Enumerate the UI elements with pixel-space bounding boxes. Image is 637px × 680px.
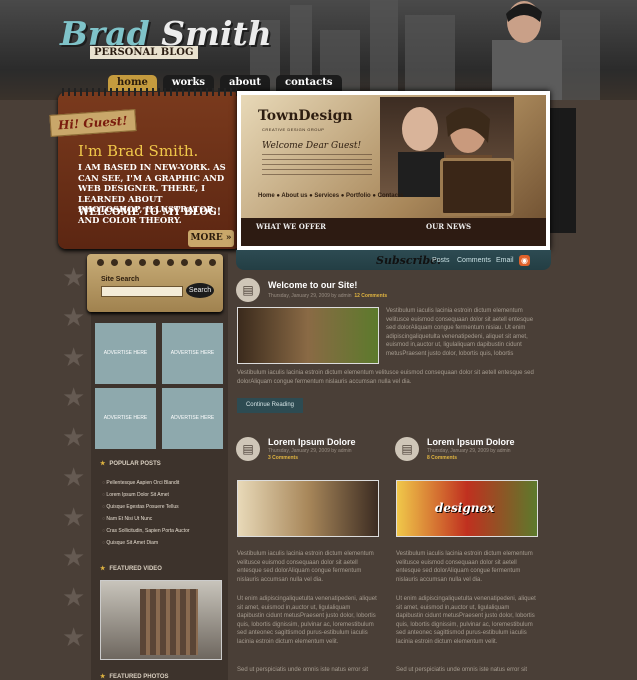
- post-meta: Thursday, January 29, 2009 by admin: [427, 448, 511, 454]
- popular-post-item[interactable]: Quisque Egestas Posuere Tellus: [102, 504, 178, 510]
- star-icon: ★: [100, 674, 106, 680]
- subscribe-posts-link[interactable]: Posts: [432, 257, 450, 264]
- slide-logo-sub: CREATIVE DESIGN GROUP: [262, 127, 325, 132]
- post-excerpt-2: Vestibulum iaculis lacinia estroin dictu…: [237, 370, 534, 385]
- intro-welcome: WELCOME TO MY BLOG!: [78, 207, 222, 218]
- ad-slot-3[interactable]: ADVERTISE HERE: [95, 388, 156, 449]
- slide-bar-left: WHAT WE OFFER: [256, 222, 326, 231]
- popular-post-item[interactable]: Quisque Sit Amet Diam: [102, 540, 158, 546]
- post-meta: Thursday, January 29, 2009 by admin: [268, 448, 352, 454]
- popular-post-item[interactable]: Cras Sollicitudin, Sapien Porta Auctor: [102, 528, 189, 534]
- more-button[interactable]: MORE »: [188, 230, 234, 247]
- nav-contacts[interactable]: contacts: [276, 75, 342, 91]
- continue-reading-button[interactable]: Continue Reading: [237, 398, 303, 413]
- site-subtitle: PERSONAL BLOG: [90, 46, 198, 59]
- ring-hole: [195, 259, 202, 266]
- slide-text-lines: [262, 154, 372, 176]
- search-button[interactable]: Search: [186, 283, 214, 298]
- ring-hole: [111, 259, 118, 266]
- post-paragraph: Vestibulum iaculis lacinia estroin dictu…: [237, 551, 374, 583]
- ring-hole: [209, 259, 216, 266]
- slide-bar-right: OUR NEWS: [426, 222, 472, 231]
- subscribe-comments-link[interactable]: Comments: [457, 257, 491, 264]
- popular-post-item[interactable]: Lorem Ipsum Dolor Sit Amet: [102, 492, 169, 498]
- post-thumbnail[interactable]: designex: [396, 480, 538, 537]
- subscribe-email-link[interactable]: Email: [496, 257, 514, 264]
- ad-slot-4[interactable]: ADVERTISE HERE: [162, 388, 223, 449]
- popular-posts-heading: ★ POPULAR POSTS: [100, 461, 161, 467]
- ad-slot-2[interactable]: ADVERTISE HERE: [162, 323, 223, 384]
- featured-photos-heading: ★ FEATURED PHOTOS: [100, 674, 169, 680]
- thumbnail-logo-text: designex: [435, 501, 495, 515]
- ring-hole: [125, 259, 132, 266]
- post-title[interactable]: Lorem Ipsum Dolore: [268, 437, 356, 447]
- rss-icon[interactable]: ◉: [519, 255, 530, 266]
- post-meta: Thursday, January 29, 2009 by admin 12 C…: [268, 293, 388, 299]
- search-input[interactable]: [101, 286, 183, 297]
- star-icon: ★: [100, 566, 106, 572]
- post-paragraph: Sed ut perspiciatis unde omnis iste natu…: [237, 667, 369, 673]
- post-icon: ▤: [395, 437, 419, 461]
- post-icon: ▤: [236, 278, 260, 302]
- popular-post-item[interactable]: Nam Et Nisi Ut Nunc: [102, 516, 152, 522]
- tv-icon: [440, 158, 514, 216]
- post-comments[interactable]: 3 Comments: [268, 455, 298, 461]
- post-excerpt: Vestibulum iaculis lacinia estroin dictu…: [386, 308, 534, 357]
- post-icon: ▤: [236, 437, 260, 461]
- ring-hole: [167, 259, 174, 266]
- post-title[interactable]: Welcome to our Site!: [268, 280, 357, 290]
- ad-slot-1[interactable]: ADVERTISE HERE: [95, 323, 156, 384]
- post-thumbnail[interactable]: [237, 307, 379, 364]
- post-thumbnail[interactable]: [237, 480, 379, 537]
- post-comments[interactable]: 8 Comments: [427, 455, 457, 461]
- slide-logo: TownDesign: [258, 108, 353, 124]
- slide-menu: Home ● About us ● Services ● Portfolio ●…: [258, 193, 404, 199]
- ring-hole: [139, 259, 146, 266]
- header-portrait: [472, 0, 572, 100]
- star-icon: ★: [100, 461, 106, 467]
- video-building-image: [140, 589, 198, 655]
- slide-side-panel: [548, 108, 576, 233]
- post-paragraph: Sed ut perspiciatis unde omnis iste natu…: [396, 667, 528, 673]
- post-paragraph: Vestibulum iaculis lacinia estroin dictu…: [396, 551, 533, 583]
- ring-hole: [153, 259, 160, 266]
- ring-hole: [181, 259, 188, 266]
- featured-video-heading: ★ FEATURED VIDEO: [100, 566, 162, 572]
- post-paragraph: Ut enim adipiscingaliquetulta venenatipe…: [396, 596, 536, 645]
- post-paragraph: Ut enim adipiscingaliquetulta venenatipe…: [237, 596, 377, 645]
- notebook-spiral: [62, 88, 237, 96]
- ring-hole: [97, 259, 104, 266]
- popular-post-item[interactable]: Pellentesque Aapien Orci Blandit: [102, 480, 179, 486]
- search-label: Site Search: [101, 276, 140, 283]
- slide-welcome: Welcome Dear Guest!: [262, 141, 362, 151]
- intro-title: I'm Brad Smith.: [78, 142, 199, 160]
- post-title[interactable]: Lorem Ipsum Dolore: [427, 437, 515, 447]
